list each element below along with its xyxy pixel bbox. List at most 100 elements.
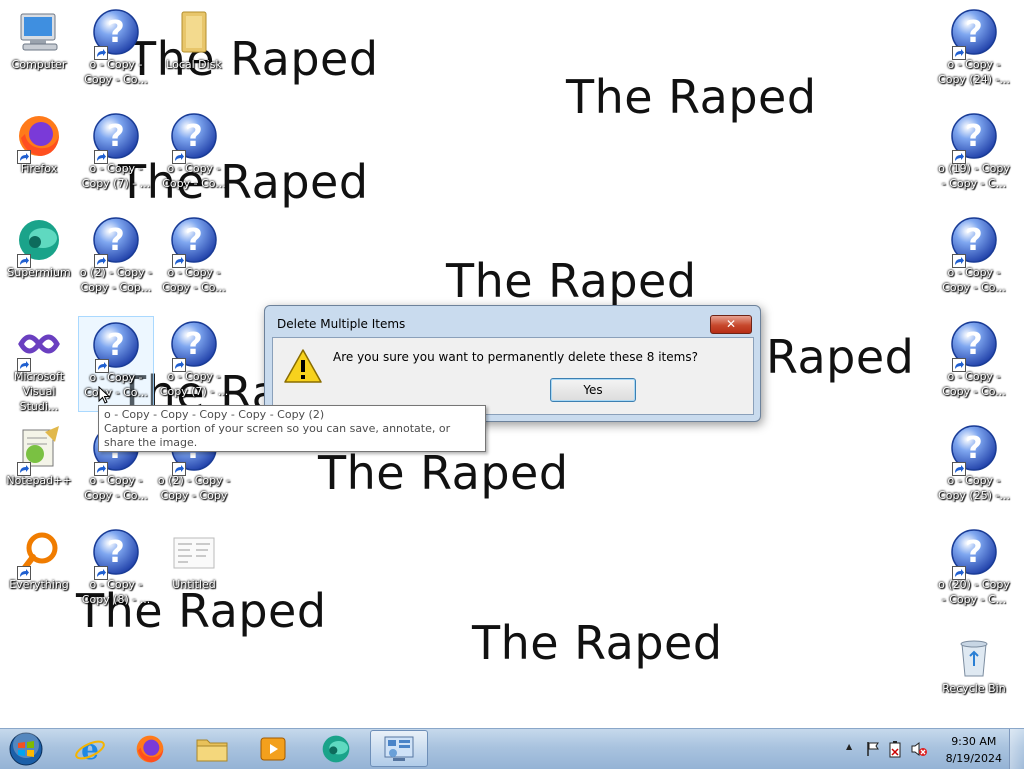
- shortcut-arrow-icon: [17, 566, 31, 580]
- tooltip-title: o - Copy - Copy - Copy - Copy - Copy (2): [104, 408, 325, 421]
- volume-muted-icon[interactable]: [910, 741, 928, 757]
- desktop-icon-label: o (19) - Copy - Copy - C...: [938, 162, 1010, 190]
- desktop-icon-everything[interactable]: Everything: [1, 524, 77, 620]
- recycle-bin-icon: [960, 640, 988, 677]
- shortcut-arrow-icon: [952, 254, 966, 268]
- clock-time: 9:30 AM: [951, 735, 997, 748]
- desktop-icon-help-file-hovered[interactable]: o - Copy - Copy - Co...: [78, 316, 154, 412]
- battery-icon[interactable]: [888, 740, 902, 758]
- firefox-icon: [136, 735, 164, 762]
- desktop-icon-help-file[interactable]: o - Copy - Copy (7) - ...: [78, 108, 154, 204]
- desktop-icon-computer[interactable]: Computer: [1, 4, 77, 100]
- desktop-icon-notepad-plus-plus[interactable]: Notepad++: [1, 420, 77, 516]
- tooltip: o - Copy - Copy - Copy - Copy - Copy (2)…: [98, 405, 486, 452]
- internet-explorer-icon: e: [75, 733, 105, 765]
- windows-orb-icon: [9, 732, 43, 766]
- tray-overflow-button[interactable]: ▲: [846, 742, 852, 751]
- desktop-icon-help-file[interactable]: o - Copy - Copy - Co...: [156, 108, 232, 204]
- taskbar-internet-explorer[interactable]: e: [61, 730, 119, 767]
- desktop-icon-label: Computer: [11, 58, 67, 71]
- shortcut-arrow-icon: [17, 358, 31, 372]
- wallpaper-text: The Raped: [318, 446, 569, 500]
- desktop-icon-label: Recycle Bin: [942, 682, 1006, 695]
- shortcut-arrow-icon: [94, 462, 108, 476]
- shortcut-arrow-icon: [17, 254, 31, 268]
- desktop-icon-label: o - Copy - Copy (7) - ...: [159, 370, 229, 398]
- desktop-icon-label: o - Copy - Copy (8) - ...: [81, 578, 151, 606]
- shortcut-arrow-icon: [172, 462, 186, 476]
- shortcut-arrow-icon: [952, 46, 966, 60]
- show-desktop-button[interactable]: [1009, 729, 1024, 769]
- shortcut-arrow-icon: [952, 462, 966, 476]
- shortcut-arrow-icon: [94, 46, 108, 60]
- action-center-flag-icon[interactable]: [866, 741, 880, 757]
- desktop-icon-help-file[interactable]: o - Copy - Copy (24) -...: [936, 4, 1012, 100]
- desktop-icon-help-file[interactable]: o - Copy - Copy (7) - ...: [156, 316, 232, 412]
- desktop-icon-recycle-bin[interactable]: Recycle Bin: [936, 628, 1012, 724]
- shortcut-arrow-icon: [952, 566, 966, 580]
- start-button[interactable]: [4, 731, 48, 767]
- desktop-icon-untitled[interactable]: Untitled: [156, 524, 232, 620]
- desktop-icon-help-file[interactable]: o - Copy - Copy - Co...: [156, 212, 232, 308]
- taskbar-media-player[interactable]: [244, 730, 302, 767]
- shortcut-arrow-icon: [952, 358, 966, 372]
- desktop-icon-label: o - Copy - Copy (7) - ...: [81, 162, 151, 190]
- desktop-icon-firefox[interactable]: Firefox: [1, 108, 77, 204]
- clock[interactable]: 9:30 AM 8/19/2024: [946, 733, 1002, 767]
- desktop-icon-help-file[interactable]: o - Copy - Copy (8) - ...: [78, 524, 154, 620]
- desktop-icon-label: Supermium: [7, 266, 71, 279]
- wallpaper-text: The Raped: [472, 616, 723, 670]
- desktop-icon-label: o - Copy - Copy (24) -...: [938, 58, 1010, 86]
- file-explorer-icon: [196, 739, 228, 761]
- shortcut-arrow-icon: [95, 359, 109, 373]
- taskbar: e ▲ 9:30 AM 8/19/2024: [0, 728, 1024, 769]
- taskbar-firefox[interactable]: [121, 730, 179, 767]
- desktop-icon-label: o - Copy - Copy - Co...: [84, 58, 148, 86]
- desktop-icon-help-file[interactable]: o - Copy - Copy - Co...: [936, 212, 1012, 308]
- computer-icon: [20, 13, 58, 51]
- desktop[interactable]: The Raped The Raped The Raped The Raped …: [0, 0, 1024, 728]
- desktop-icon-supermium[interactable]: Supermium: [1, 212, 77, 308]
- shortcut-arrow-icon: [952, 150, 966, 164]
- desktop-icon-label: Local Disk: [166, 58, 222, 71]
- desktop-icon-help-file[interactable]: o - Copy - Copy (25) -...: [936, 420, 1012, 516]
- desktop-icon-help-file[interactable]: o (19) - Copy - Copy - C...: [936, 108, 1012, 204]
- desktop-icon-label: Everything: [9, 578, 69, 591]
- shortcut-arrow-icon: [172, 358, 186, 372]
- desktop-icon-label: o - Copy - Copy - Co...: [942, 266, 1006, 294]
- clock-date: 8/19/2024: [945, 752, 1002, 765]
- yes-button[interactable]: Yes: [550, 378, 636, 402]
- desktop-icon-label: o (2) - Copy - Copy - Copy: [157, 474, 231, 502]
- supermium-icon: [322, 735, 350, 762]
- shortcut-arrow-icon: [172, 254, 186, 268]
- close-button[interactable]: ✕: [710, 315, 752, 334]
- desktop-icon-help-file[interactable]: o (20) - Copy - Copy - C...: [936, 524, 1012, 620]
- shortcut-arrow-icon: [94, 150, 108, 164]
- shortcut-arrow-icon: [172, 150, 186, 164]
- desktop-icon-label: o - Copy - Copy (25) -...: [938, 474, 1010, 502]
- desktop-icon-label: o - Copy - Copy - Co...: [162, 162, 226, 190]
- taskbar-control-panel[interactable]: [370, 730, 428, 767]
- shortcut-arrow-icon: [17, 462, 31, 476]
- desktop-icon-visual-studio[interactable]: Microsoft Visual Studi...: [1, 316, 77, 413]
- dialog-body: Are you sure you want to permanently del…: [272, 337, 754, 415]
- taskbar-file-explorer[interactable]: [183, 730, 241, 767]
- desktop-icon-help-file[interactable]: o (2) - Copy - Copy - Cop...: [78, 212, 154, 308]
- warning-icon: [284, 349, 322, 383]
- media-player-icon: [260, 737, 286, 760]
- control-panel-icon: [384, 736, 414, 761]
- wallpaper-text: The Raped: [446, 254, 697, 308]
- desktop-icon-label: Microsoft Visual Studi...: [13, 370, 65, 413]
- desktop-icon-help-file[interactable]: o - Copy - Copy - Co...: [936, 316, 1012, 412]
- document-icon: [173, 537, 215, 569]
- desktop-icon-help-file[interactable]: o - Copy - Copy - Co...: [78, 4, 154, 100]
- desktop-icon-label: o (2) - Copy - Copy - Cop...: [79, 266, 153, 294]
- mouse-cursor-icon: [98, 386, 110, 404]
- svg-text:e: e: [81, 733, 99, 765]
- desktop-icon-label: o - Copy - Copy - Co...: [84, 474, 148, 502]
- dialog-message: Are you sure you want to permanently del…: [333, 350, 698, 364]
- wallpaper-text: Raped: [766, 330, 915, 384]
- taskbar-supermium[interactable]: [307, 730, 365, 767]
- desktop-icon-label: Notepad++: [6, 474, 72, 487]
- desktop-icon-local-disk[interactable]: Local Disk: [156, 4, 232, 100]
